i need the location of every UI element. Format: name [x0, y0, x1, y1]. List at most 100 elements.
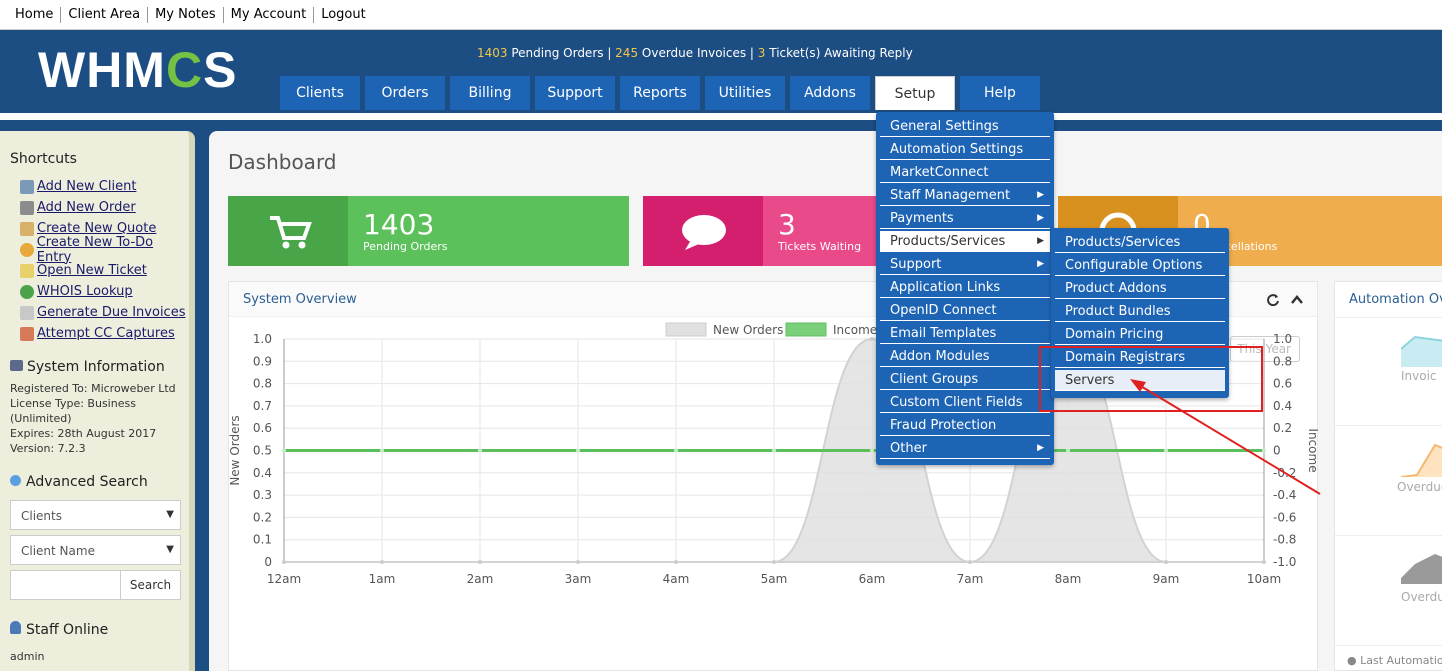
products-submenu-item[interactable]: Configurable Options: [1055, 255, 1225, 276]
generate-due-invoices-link[interactable]: Generate Due Invoices: [37, 305, 185, 320]
setup-menu-item-label: Staff Management: [890, 188, 1011, 203]
legend-swatch-income: [785, 322, 827, 337]
products-submenu-item[interactable]: Domain Pricing: [1055, 324, 1225, 345]
overdue-count[interactable]: 245: [615, 46, 638, 60]
tab-support[interactable]: Support: [535, 76, 615, 110]
automation-label: Invoic: [1401, 369, 1437, 383]
setup-menu-item-label: Fraud Protection: [890, 418, 997, 433]
invoices-sparkline: [1401, 335, 1442, 367]
new-orders-point: [1262, 560, 1266, 564]
setup-menu-item[interactable]: Support ▶: [880, 254, 1050, 275]
setup-menu-item[interactable]: Addon Modules: [880, 346, 1050, 367]
my-notes-link[interactable]: My Notes: [148, 7, 224, 23]
setup-menu-item[interactable]: Fraud Protection: [880, 415, 1050, 436]
setup-menu-item[interactable]: Staff Management ▶: [880, 185, 1050, 206]
y-tick-label: 1.0: [253, 332, 272, 346]
automation-label: Overdue: [1397, 480, 1442, 494]
products-submenu-item[interactable]: Products/Services: [1055, 232, 1225, 253]
setup-menu-item[interactable]: Other ▶: [880, 438, 1050, 459]
setup-menu-item[interactable]: Products/Services ▶: [880, 231, 1050, 252]
x-tick-label: 3am: [565, 572, 592, 586]
home-link[interactable]: Home: [8, 7, 62, 23]
staff-online-user[interactable]: admin: [10, 650, 108, 663]
setup-menu-item[interactable]: Email Templates: [880, 323, 1050, 344]
tab-orders[interactable]: Orders: [365, 76, 445, 110]
income-point: [282, 448, 286, 453]
setup-menu-item[interactable]: Automation Settings: [880, 139, 1050, 160]
search-type-select[interactable]: Clients ▼: [10, 500, 181, 530]
y2-tick-label: -1.0: [1273, 555, 1296, 569]
automation-label: Overdu: [1401, 590, 1442, 604]
dropdown-arrow-icon: ▼: [166, 544, 174, 555]
add-new-client-link[interactable]: Add New Client: [37, 179, 136, 194]
setup-menu-item[interactable]: Custom Client Fields: [880, 392, 1050, 413]
pending-orders-count[interactable]: 1403: [477, 46, 508, 60]
setup-menu-item-label: MarketConnect: [890, 165, 989, 180]
setup-menu-item-label: Email Templates: [890, 326, 997, 341]
setup-menu-item[interactable]: Application Links: [880, 277, 1050, 298]
tab-help[interactable]: Help: [960, 76, 1040, 110]
y-tick-label: 0.3: [253, 488, 272, 502]
tab-clients[interactable]: Clients: [280, 76, 360, 110]
search-button[interactable]: Search: [121, 570, 181, 600]
my-account-link[interactable]: My Account: [224, 7, 315, 23]
y2-tick-label: 1.0: [1273, 332, 1292, 346]
header-stats: 1403 Pending Orders | 245 Overdue Invoic…: [477, 46, 913, 60]
x-tick-label: 1am: [369, 572, 396, 586]
collapse-icon[interactable]: [1290, 293, 1304, 305]
whois-lookup-link[interactable]: WHOIS Lookup: [37, 284, 133, 299]
attempt-cc-captures-link[interactable]: Attempt CC Captures: [37, 326, 175, 341]
search-input[interactable]: [10, 570, 121, 600]
tickets-label[interactable]: Ticket(s) Awaiting Reply: [765, 46, 912, 60]
divider: [1335, 645, 1442, 646]
y-tick-label: 0.4: [253, 466, 272, 480]
submenu-caret-icon: ▶: [1037, 190, 1044, 200]
tab-reports[interactable]: Reports: [620, 76, 700, 110]
income-point: [380, 448, 384, 453]
x-tick-label: 5am: [761, 572, 788, 586]
setup-menu-item[interactable]: Client Groups: [880, 369, 1050, 390]
setup-menu-item-label: Payments: [890, 211, 954, 226]
open-new-ticket-link[interactable]: Open New Ticket: [37, 263, 147, 278]
income-point: [478, 448, 482, 453]
create-new-todo-link[interactable]: Create New To-Do Entry: [37, 235, 189, 265]
new-orders-point: [674, 560, 678, 564]
y2-tick-label: -0.6: [1273, 510, 1296, 524]
sidebar: Shortcuts Add New Client Add New Order C…: [0, 131, 195, 671]
y-tick-label: 0.5: [253, 444, 272, 458]
tab-billing[interactable]: Billing: [450, 76, 530, 110]
divider: [1335, 317, 1442, 318]
header: WHMCS 1403 Pending Orders | 245 Overdue …: [0, 30, 1442, 110]
income-point: [772, 448, 776, 453]
cart-icon: [20, 200, 34, 215]
setup-menu-item[interactable]: MarketConnect: [880, 162, 1050, 183]
tab-addons[interactable]: Addons: [790, 76, 870, 110]
income-point: [576, 448, 580, 453]
setup-menu-item[interactable]: Payments ▶: [880, 208, 1050, 229]
overdue-label[interactable]: Overdue Invoices |: [638, 46, 758, 60]
add-new-order-link[interactable]: Add New Order: [37, 200, 136, 215]
y-tick-label: 0: [264, 555, 272, 569]
tab-setup[interactable]: Setup: [875, 76, 955, 110]
setup-menu-item-label: Products/Services: [890, 234, 1006, 249]
tile-value: 1403: [363, 208, 435, 241]
products-submenu-item[interactable]: Product Addons: [1055, 278, 1225, 299]
new-orders-point: [968, 560, 972, 564]
tab-utilities[interactable]: Utilities: [705, 76, 785, 110]
search-field-select[interactable]: Client Name ▼: [10, 535, 181, 565]
pending-orders-tile[interactable]: 1403 Pending Orders: [228, 196, 629, 266]
products-submenu-item[interactable]: Product Bundles: [1055, 301, 1225, 322]
tile-label: Pending Orders: [363, 240, 448, 253]
y-axis-title: New Orders: [229, 415, 242, 485]
setup-menu-item[interactable]: OpenID Connect: [880, 300, 1050, 321]
setup-menu-item[interactable]: General Settings: [880, 116, 1050, 137]
divider: [1335, 425, 1442, 426]
pending-orders-label[interactable]: Pending Orders |: [508, 46, 616, 60]
client-area-link[interactable]: Client Area: [61, 7, 149, 23]
logout-link[interactable]: Logout: [314, 7, 373, 23]
refresh-icon[interactable]: [1266, 292, 1280, 306]
check-circle-icon: ●: [1347, 654, 1357, 667]
whmcs-logo[interactable]: WHMCS: [38, 45, 237, 95]
page-title: Dashboard: [228, 150, 337, 174]
new-orders-point: [1164, 560, 1168, 564]
